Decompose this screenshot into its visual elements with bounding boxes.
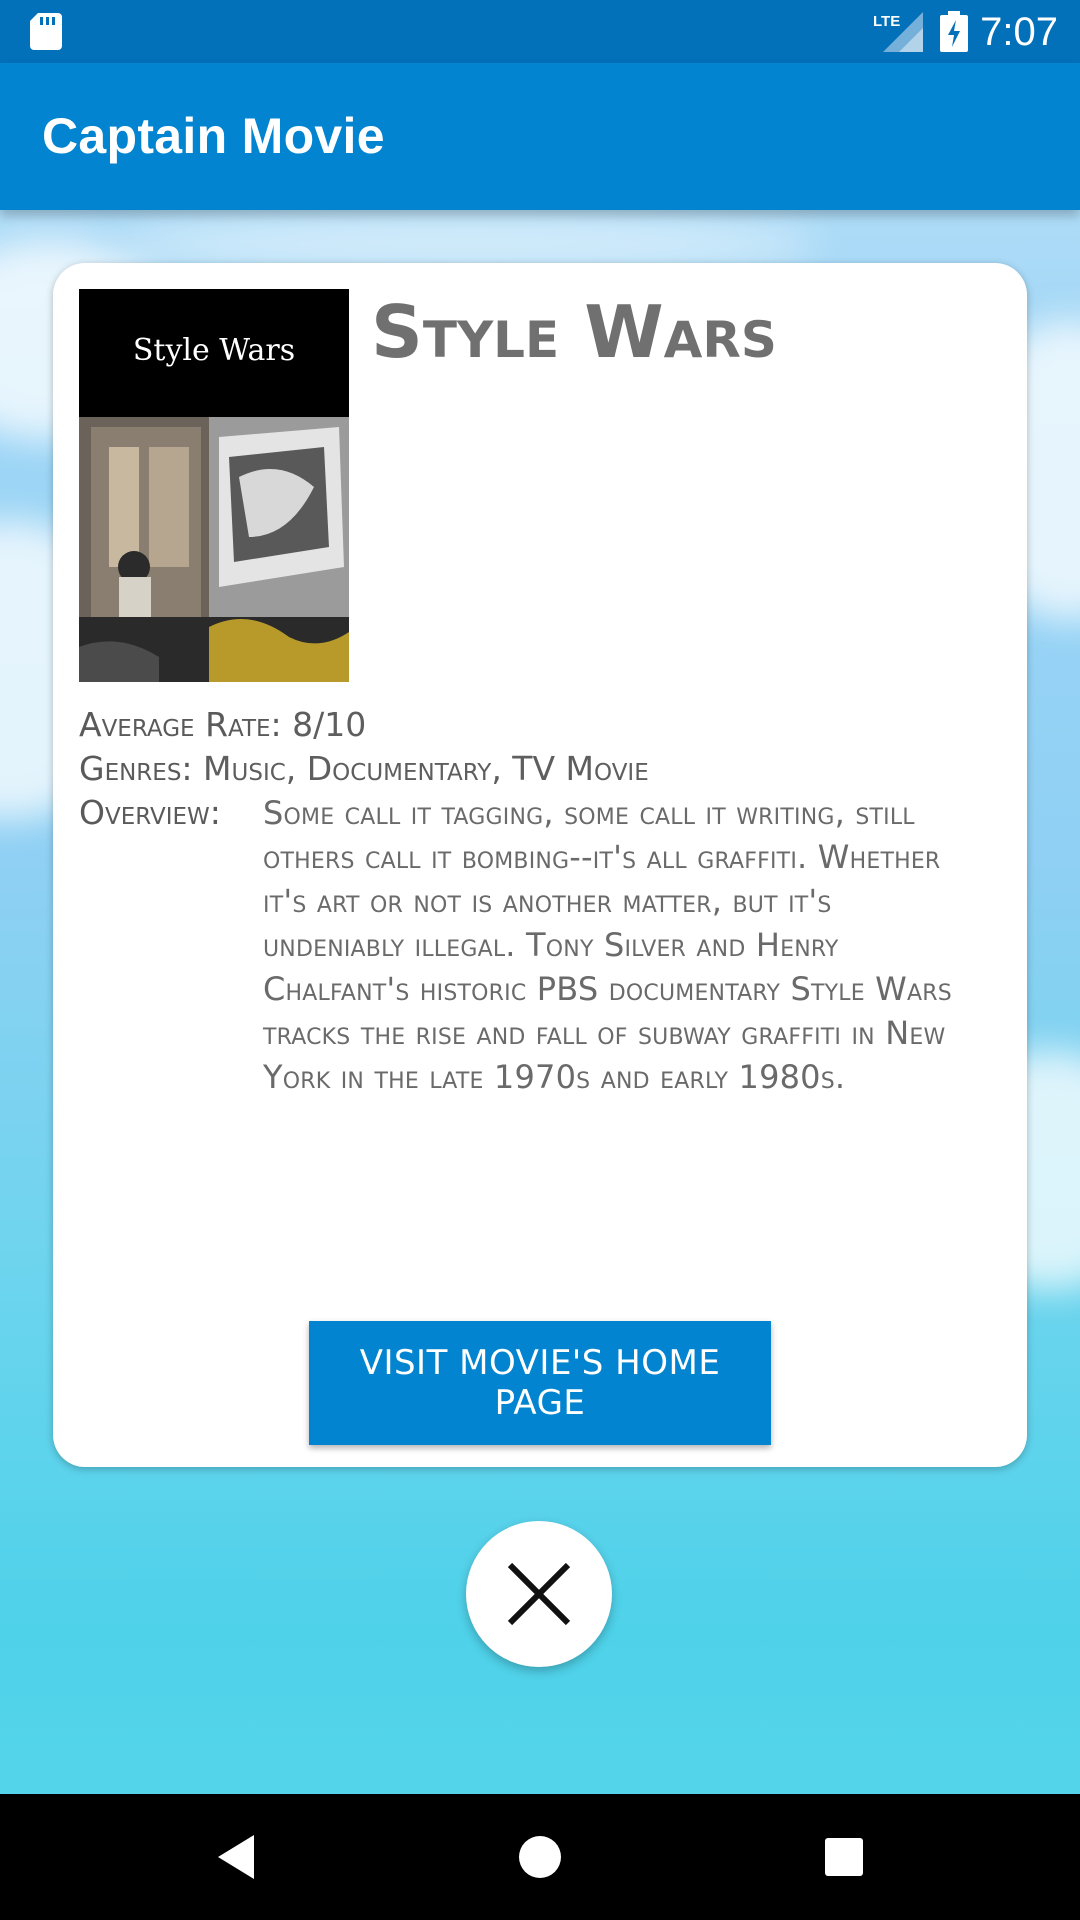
visit-home-page-button[interactable]: VISIT MOVIE'S HOME PAGE — [309, 1321, 771, 1445]
status-time: 7:07 — [980, 10, 1058, 54]
home-icon — [519, 1836, 561, 1878]
recents-icon — [825, 1838, 863, 1876]
app-title: Captain Movie — [42, 108, 385, 164]
movie-poster: Style Wars — [79, 289, 349, 682]
movie-title: Style Wars — [371, 290, 777, 374]
poster-title: Style Wars — [132, 333, 296, 368]
poster-artwork — [79, 417, 349, 682]
overview-row: Overview: Some call it tagging, some cal… — [79, 791, 999, 1099]
genres-row: Genres: Music, Documentary, TV Movie — [79, 747, 999, 791]
recents-button[interactable] — [784, 1794, 904, 1920]
rating-row: Average Rate: 8/10 — [79, 703, 999, 747]
genres-label: Genres: — [79, 749, 193, 788]
close-icon — [507, 1562, 571, 1626]
rating-value: 8/10 — [292, 705, 367, 744]
network-label: LTE — [873, 13, 900, 30]
status-bar: LTE 7:07 — [0, 0, 1080, 63]
close-button[interactable] — [466, 1521, 612, 1667]
back-button[interactable] — [176, 1794, 296, 1920]
sd-card-icon — [30, 13, 62, 50]
movie-detail-card: Style Wars Style Wars Average Rate: 8/10… — [53, 263, 1027, 1467]
movie-info: Average Rate: 8/10 Genres: Music, Docume… — [79, 703, 999, 1099]
lte-signal-icon: LTE — [873, 12, 923, 52]
app-bar: Captain Movie — [0, 63, 1080, 210]
overview-text: Some call it tagging, some call it writi… — [263, 794, 952, 1096]
rating-label: Average Rate: — [79, 705, 282, 744]
genres-value: Music, Documentary, TV Movie — [203, 749, 649, 788]
screen: LTE 7:07 Captain Movie Style Wars Style … — [0, 0, 1080, 1920]
home-button[interactable] — [480, 1794, 600, 1920]
overview-label: Overview: — [79, 793, 221, 832]
navigation-bar — [0, 1794, 1080, 1920]
battery-charging-icon — [940, 11, 968, 52]
back-icon — [218, 1835, 254, 1879]
